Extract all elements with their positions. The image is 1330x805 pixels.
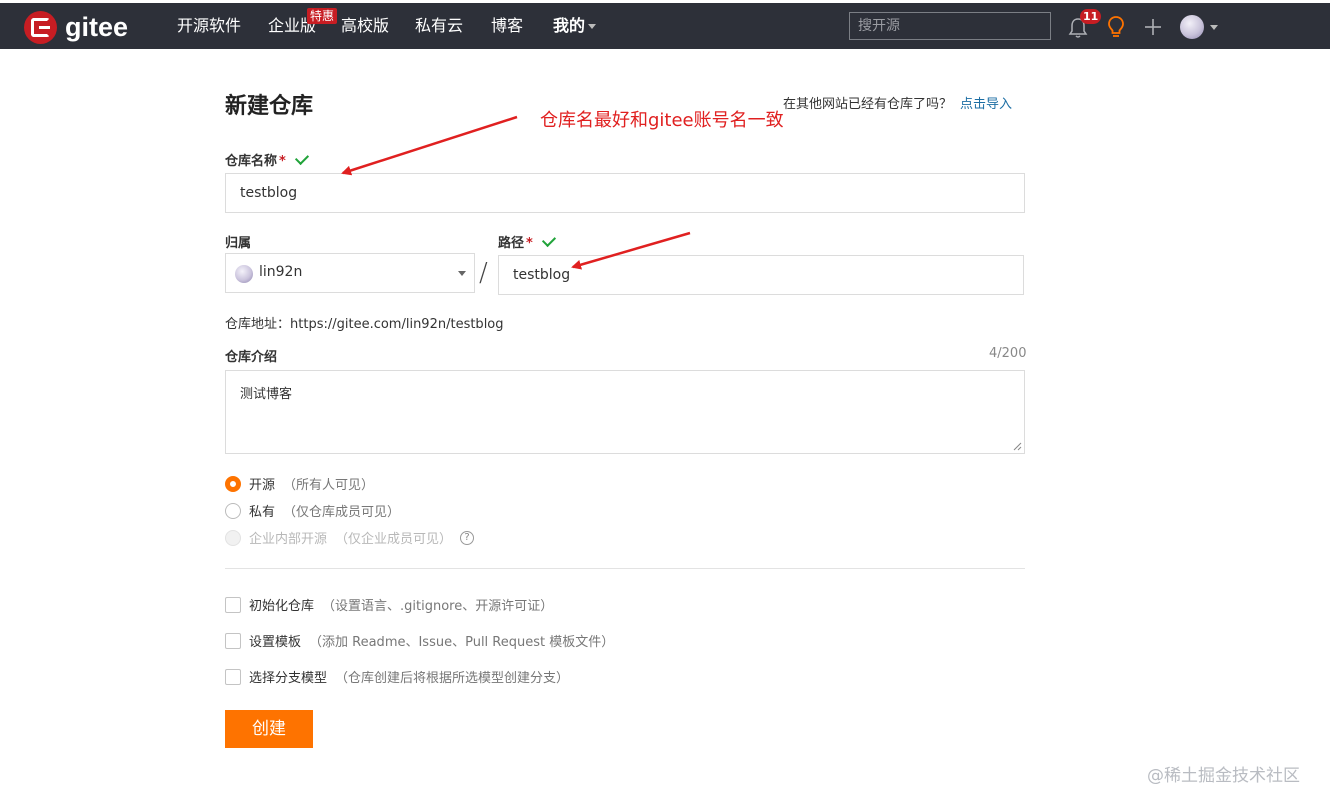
nav-item-private-cloud[interactable]: 私有云 — [415, 16, 463, 36]
repo-name-label-text: 仓库名称 — [225, 154, 278, 169]
desc-char-counter: 4/200 — [989, 346, 1027, 361]
owner-avatar — [235, 265, 253, 283]
nav-item-mine[interactable]: 我的 — [553, 16, 597, 36]
option-init-repo[interactable]: 初始化仓库 （设置语言、.gitignore、开源许可证） — [225, 595, 553, 614]
path-separator: / — [479, 258, 488, 288]
option-hint: （添加 Readme、Issue、Pull Request 模板文件） — [309, 635, 615, 650]
chevron-down-icon — [458, 271, 466, 276]
visibility-hint: （仅仓库成员可见） — [283, 505, 401, 520]
visibility-option-enterprise: 企业内部开源 （仅企业成员可见） ? — [225, 528, 475, 547]
import-link[interactable]: 点击导入 — [960, 97, 1012, 112]
repo-url-label: 仓库地址： — [225, 317, 291, 332]
gitee-logo-icon — [24, 10, 57, 44]
visibility-hint: （所有人可见） — [283, 478, 375, 493]
desc-textarea[interactable]: 测试博客 — [225, 370, 1025, 454]
visibility-option-private[interactable]: 私有 （仅仓库成员可见） — [225, 501, 400, 520]
repo-url-value: https://gitee.com/lin92n/testblog — [290, 317, 504, 332]
owner-label: 归属 — [225, 236, 252, 251]
notification-count-badge: 11 — [1080, 9, 1102, 24]
import-prompt: 在其他网站已经有仓库了吗？ 点击导入 — [783, 93, 1012, 112]
path-label-text: 路径 — [498, 236, 525, 251]
visibility-hint: （仅企业成员可见） — [335, 532, 453, 547]
nav-item-open-source[interactable]: 开源软件 — [177, 16, 241, 36]
visibility-option-public[interactable]: 开源 （所有人可见） — [225, 474, 374, 493]
annotation-text: 仓库名最好和gitee账号名一致 — [540, 110, 784, 131]
radio-disabled — [225, 529, 241, 546]
annotation-arrow-repo-name — [341, 115, 518, 176]
nav-item-mine-label: 我的 — [553, 16, 586, 35]
option-hint: （仓库创建后将根据所选模型创建分支） — [335, 671, 570, 686]
path-label: 路径 * — [498, 232, 556, 251]
required-mark: * — [279, 154, 286, 169]
help-icon[interactable]: ? — [460, 530, 475, 545]
repo-name-label: 仓库名称 * — [225, 150, 309, 169]
option-branch-model[interactable]: 选择分支模型 （仓库创建后将根据所选模型创建分支） — [225, 667, 569, 686]
search-input[interactable]: 搜开源 — [849, 12, 1051, 40]
hot-deal-badge: 特惠 — [307, 8, 338, 24]
resize-handle-icon[interactable] — [1013, 442, 1022, 451]
owner-name: lin92n — [259, 264, 303, 280]
option-label: 初始化仓库 — [249, 599, 315, 614]
option-label: 选择分支模型 — [249, 671, 328, 686]
owner-select[interactable]: lin92n — [225, 253, 475, 293]
create-button[interactable]: 创建 — [225, 710, 313, 748]
page-title: 新建仓库 — [225, 94, 314, 119]
repo-name-input[interactable]: testblog — [225, 173, 1025, 213]
nav-item-education[interactable]: 高校版 — [341, 16, 389, 36]
checkbox[interactable] — [225, 632, 241, 649]
path-input[interactable]: testblog — [498, 255, 1024, 295]
section-divider — [225, 568, 1025, 569]
visibility-label: 开源 — [249, 478, 276, 493]
repo-url: 仓库地址：https://gitee.com/lin92n/testblog — [225, 313, 504, 332]
desc-label: 仓库介绍 — [225, 350, 278, 365]
lightbulb-icon[interactable] — [1105, 15, 1127, 39]
required-mark: * — [526, 236, 533, 251]
avatar-chevron-down-icon[interactable] — [1210, 25, 1218, 30]
import-prompt-text: 在其他网站已经有仓库了吗？ — [783, 97, 953, 112]
watermark: @稀土掘金技术社区 — [1147, 766, 1300, 786]
gitee-logo[interactable]: gitee — [24, 10, 128, 44]
option-label: 设置模板 — [249, 635, 302, 650]
user-avatar[interactable] — [1180, 15, 1204, 39]
top-navbar: gitee 开源软件 企业版 特惠 高校版 私有云 博客 我的 搜开源 11 — [0, 3, 1330, 49]
option-hint: （设置语言、.gitignore、开源许可证） — [322, 599, 554, 614]
option-template[interactable]: 设置模板 （添加 Readme、Issue、Pull Request 模板文件） — [225, 631, 614, 650]
visibility-label: 私有 — [249, 505, 276, 520]
brand-name: gitee — [65, 11, 129, 42]
visibility-label: 企业内部开源 — [249, 532, 328, 547]
chevron-down-icon — [588, 24, 597, 29]
radio-selected[interactable] — [225, 475, 241, 492]
radio-unselected[interactable] — [225, 502, 241, 519]
checkbox[interactable] — [225, 596, 241, 613]
nav-item-blog[interactable]: 博客 — [491, 16, 523, 36]
valid-check-icon — [541, 232, 556, 248]
valid-check-icon — [294, 150, 309, 166]
checkbox[interactable] — [225, 668, 241, 685]
plus-icon[interactable] — [1142, 16, 1164, 38]
